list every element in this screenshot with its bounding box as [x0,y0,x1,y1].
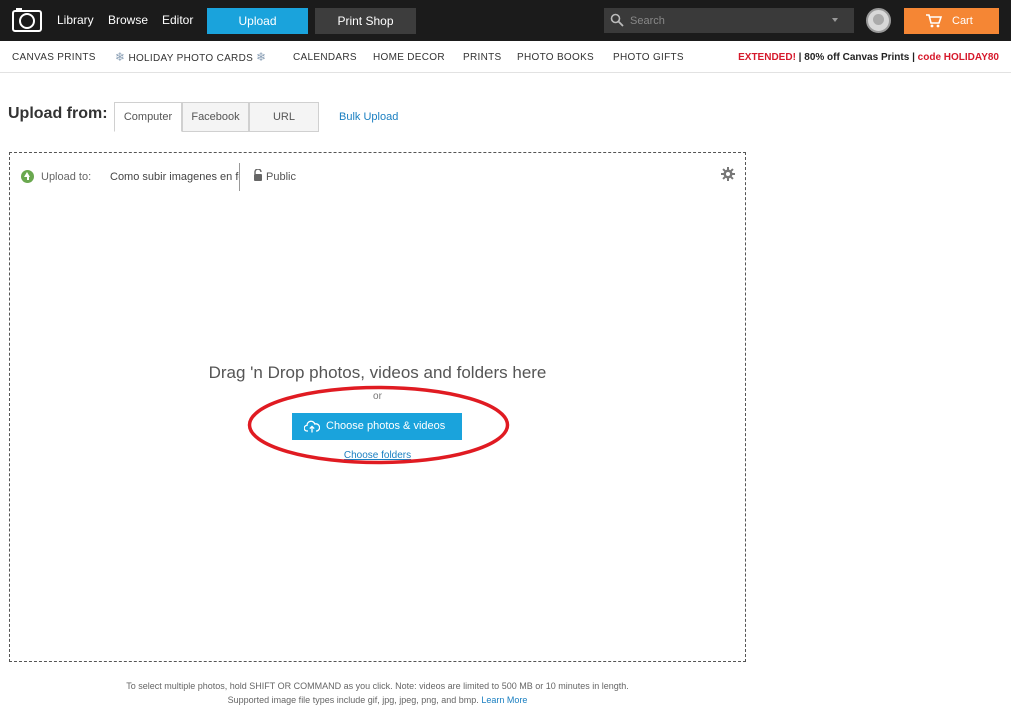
search-box [604,8,854,33]
nav-library-link[interactable]: Library [57,0,94,41]
promo-code: code HOLIDAY80 [917,52,999,63]
promo-banner[interactable]: EXTENDED! | 80% off Canvas Prints | code… [738,41,999,73]
upload-button[interactable]: Upload [207,8,308,34]
subnav-prints[interactable]: PRINTS [463,41,501,73]
learn-more-link[interactable]: Learn More [481,695,527,705]
nav-editor-link[interactable]: Editor [162,0,193,41]
multi-select-note: To select multiple photos, hold SHIFT OR… [126,681,629,691]
search-dropdown-chevron-icon[interactable] [832,18,838,22]
drop-instructions: Drag 'n Drop photos, videos and folders … [208,363,547,382]
subnav-canvas-prints[interactable]: CANVAS PRINTS [12,41,96,73]
unlock-icon[interactable] [253,169,263,181]
search-input[interactable] [630,8,820,33]
cart-label: Cart [952,15,973,27]
snowflake-icon: ❄ [256,50,267,64]
privacy-toggle[interactable]: Public [266,171,296,183]
upload-to-label: Upload to: [41,171,92,183]
divider [239,163,240,191]
snowflake-icon: ❄ [115,50,126,64]
tab-url[interactable]: URL [249,102,319,132]
cart-button[interactable]: Cart [904,8,999,34]
subnav-holiday-photo-cards[interactable]: ❄ HOLIDAY PHOTO CARDS ❄ [115,41,267,73]
user-avatar[interactable] [866,8,891,33]
file-types-note: Supported image file types include gif, … [0,695,755,705]
subnav-photo-gifts[interactable]: PHOTO GIFTS [613,41,684,73]
top-bar: Library Browse Editor Upload Print Shop … [0,0,1011,41]
file-types-text: Supported image file types include gif, … [227,695,479,705]
product-nav: CANVAS PRINTS ❄ HOLIDAY PHOTO CARDS ❄ CA… [0,41,1011,73]
nav-browse-link[interactable]: Browse [108,0,148,41]
search-icon[interactable] [610,13,624,27]
upload-arrow-icon [21,170,34,183]
red-highlight-ellipse [247,385,510,465]
promo-separator: | [909,52,918,63]
subnav-holiday-label: HOLIDAY PHOTO CARDS [128,53,254,64]
album-select[interactable]: Como subir imagenes en foro [110,171,240,183]
bulk-upload-link[interactable]: Bulk Upload [339,111,398,123]
gear-icon[interactable] [721,167,735,181]
tab-facebook[interactable]: Facebook [182,102,249,132]
print-shop-button[interactable]: Print Shop [315,8,416,34]
cart-icon [926,14,942,28]
promo-extended: EXTENDED! [738,52,796,63]
subnav-photo-books[interactable]: PHOTO BOOKS [517,41,594,73]
upload-from-label: Upload from: [8,105,108,122]
drop-zone[interactable]: Upload to: Como subir imagenes en foro P… [9,152,746,662]
promo-offer: 80% off Canvas Prints [804,52,910,63]
subnav-calendars[interactable]: CALENDARS [293,41,357,73]
photobucket-logo-icon[interactable] [12,8,42,32]
subnav-home-decor[interactable]: HOME DECOR [373,41,445,73]
promo-separator: | [795,52,805,63]
tab-computer[interactable]: Computer [114,102,182,132]
